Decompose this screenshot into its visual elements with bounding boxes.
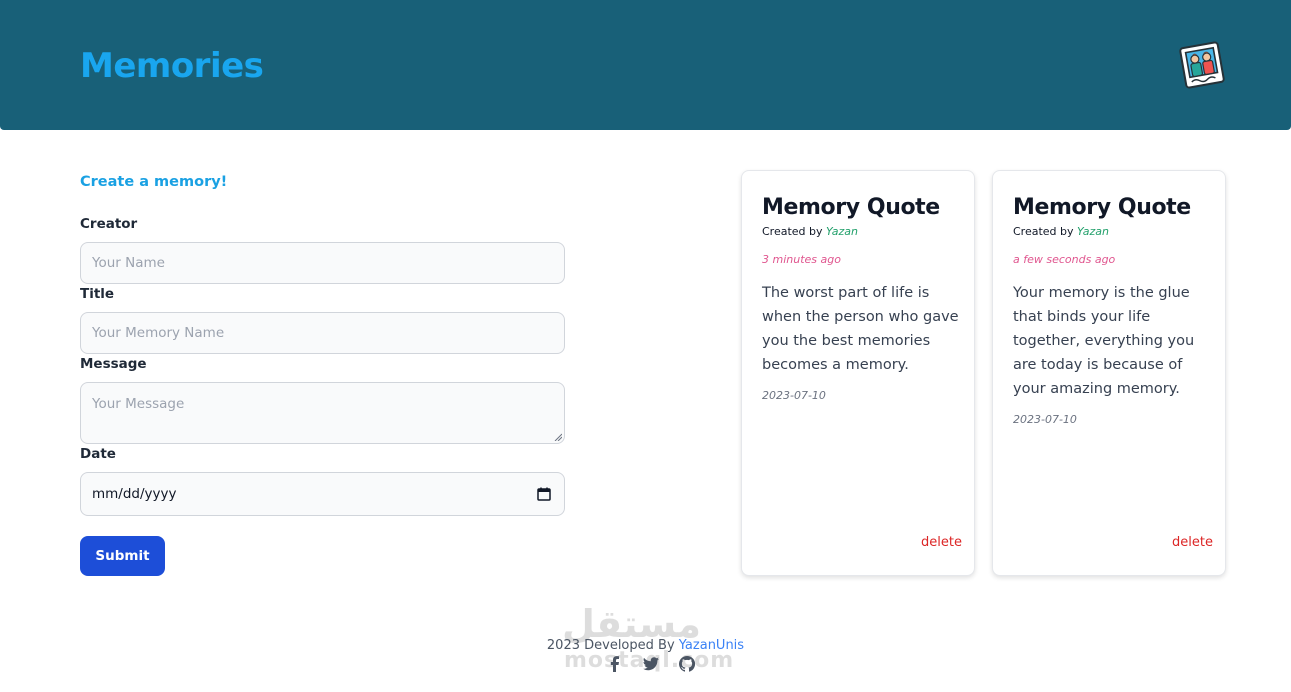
github-icon[interactable] — [678, 655, 696, 673]
message-textarea[interactable]: Your Message — [80, 382, 565, 444]
card-message: Your memory is the glue that binds your … — [1013, 285, 1195, 397]
app-header: Memories — [0, 0, 1291, 130]
footer-author-link[interactable]: YazanUnis — [679, 638, 744, 653]
card-title: Memory Quote — [1013, 195, 1191, 220]
form-heading: Create a memory! — [80, 174, 228, 190]
footer-text: 2023 Developed By — [546, 638, 675, 653]
date-label: Date — [80, 446, 116, 462]
twitter-icon[interactable] — [642, 655, 660, 673]
title-input[interactable]: Your Memory Name — [80, 312, 565, 354]
creator-label: Creator — [80, 216, 138, 232]
card-date: 2023-07-10 — [1013, 413, 1077, 426]
date-value: mm/dd/yyyy — [92, 486, 177, 502]
facebook-icon[interactable] — [606, 655, 624, 673]
title-label: Title — [80, 286, 115, 302]
card-author: Yazan — [1077, 225, 1109, 238]
card-date: 2023-07-10 — [762, 389, 826, 402]
delete-button[interactable]: delete — [1172, 535, 1213, 550]
message-label: Message — [80, 356, 147, 372]
resize-grip-icon[interactable] — [554, 433, 562, 441]
creator-placeholder: Your Name — [92, 255, 165, 271]
card-created-by: Created by Yazan — [762, 225, 858, 238]
creator-input[interactable]: Your Name — [80, 242, 565, 284]
create-memory-form: Create a memory! Creator Your Name Title… — [80, 170, 565, 576]
created-by-prefix: Created by — [1013, 225, 1074, 238]
card-created-by: Created by Yazan — [1013, 225, 1109, 238]
card-author: Yazan — [826, 225, 858, 238]
calendar-icon[interactable] — [537, 487, 551, 501]
created-by-prefix: Created by — [762, 225, 823, 238]
social-links — [606, 655, 696, 673]
app-title[interactable]: Memories — [80, 46, 264, 86]
submit-button[interactable]: Submit — [80, 536, 165, 576]
memory-card: Memory Quote Created by Yazan a few seco… — [992, 170, 1226, 576]
footer: 2023 Developed By YazanUnis — [0, 638, 1291, 653]
title-placeholder: Your Memory Name — [92, 325, 225, 341]
memory-card: Memory Quote Created by Yazan 3 minutes … — [741, 170, 975, 576]
card-time-ago: 3 minutes ago — [762, 253, 841, 266]
delete-button[interactable]: delete — [921, 535, 962, 550]
date-input[interactable]: mm/dd/yyyy — [80, 472, 565, 516]
card-title: Memory Quote — [762, 195, 940, 220]
card-message: The worst part of life is when the perso… — [762, 285, 959, 373]
photo-memories-icon — [1179, 41, 1225, 89]
card-time-ago: a few seconds ago — [1013, 253, 1116, 266]
message-placeholder: Your Message — [92, 396, 185, 412]
